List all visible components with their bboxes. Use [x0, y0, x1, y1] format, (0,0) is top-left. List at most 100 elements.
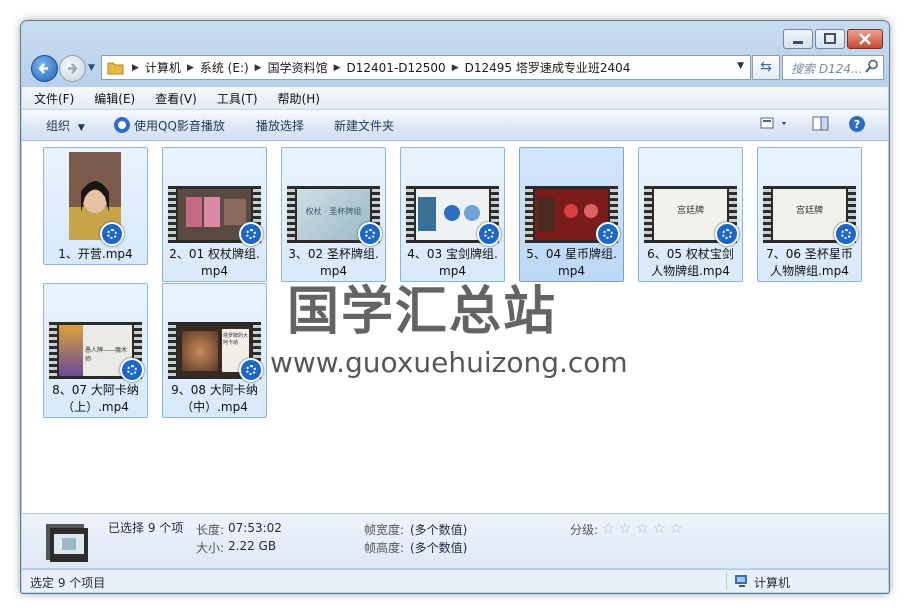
menu-tools[interactable]: 工具(T) — [209, 90, 266, 107]
slide-title: 宫廷牌 — [795, 206, 823, 216]
play-selection-button[interactable]: 播放选择 — [256, 117, 304, 134]
menu-edit[interactable]: 编辑(E) — [86, 90, 143, 107]
arrow-left-icon — [38, 63, 48, 74]
file-name-line1: 3、02 圣杯牌组. — [288, 247, 379, 261]
file-name-line1: 6、05 权杖宝剑 — [647, 247, 734, 261]
refresh-button[interactable]: ⇆ — [752, 55, 780, 80]
size-value: 2.22 GB — [228, 539, 277, 553]
status-text: 选定 9 个项目 — [30, 576, 106, 590]
file-item[interactable]: 宫廷牌 7、06 圣杯星币 人物牌组.mp4 — [757, 147, 862, 282]
minimize-icon — [793, 41, 803, 44]
close-button[interactable] — [847, 29, 883, 49]
file-item[interactable]: 5、04 星币牌组. mp4 — [519, 147, 624, 282]
status-bar: 选定 9 个项目 计算机 — [22, 569, 888, 592]
file-name-line2: （中）.mp4 — [181, 400, 248, 414]
file-name-line2: 人物牌组.mp4 — [651, 264, 730, 278]
qq-video-badge-icon — [715, 222, 739, 246]
breadcrumb-computer[interactable]: 计算机 — [145, 59, 181, 76]
breadcrumb-current[interactable]: D12495 塔罗速成专业班2404 — [465, 59, 631, 76]
file-item[interactable]: 4、03 宝剑牌组. mp4 — [400, 147, 505, 282]
file-item[interactable]: 塔罗牌的大阿卡纳 9、08 大阿卡纳 （中）.mp4 — [162, 283, 267, 418]
qq-player-icon — [114, 117, 130, 133]
breadcrumb-drive[interactable]: 系统 (E:) — [200, 59, 249, 76]
chevron-right-icon[interactable]: ▶ — [126, 63, 145, 73]
length-value: 07:53:02 — [228, 521, 282, 535]
star-icon[interactable]: ☆ — [636, 521, 649, 537]
computer-icon — [735, 575, 747, 587]
watermark-chinese: 国学汇总站 — [287, 282, 558, 342]
file-item[interactable]: 1、开营.mp4 — [43, 147, 148, 265]
frame-height-label: 帧高度: — [364, 541, 405, 555]
file-name-line1: 4、03 宝剑牌组. — [407, 247, 498, 261]
explorer-window: ▼ ▶ 计算机 ▶ 系统 (E:) ▶ 国学资料馆 ▶ D12401-D1250… — [20, 20, 890, 594]
length-label: 长度: — [196, 523, 225, 537]
qq-video-badge-icon — [120, 358, 144, 382]
qq-video-badge-icon — [596, 222, 620, 246]
status-location: 计算机 — [754, 576, 791, 590]
frame-height-value: (多个数值) — [410, 541, 468, 555]
star-icon[interactable]: ☆ — [653, 521, 666, 537]
search-icon[interactable] — [865, 59, 879, 73]
watermark-url: www.guoxuehuizong.com — [270, 346, 628, 379]
organize-button[interactable]: 组织 ▼ — [46, 117, 85, 134]
menu-help[interactable]: 帮助(H) — [270, 90, 328, 107]
maximize-icon — [824, 33, 836, 44]
change-view-button[interactable] — [760, 116, 790, 135]
address-dropdown-icon[interactable]: ▼ — [737, 61, 744, 71]
chevron-right-icon[interactable]: ▶ — [249, 63, 268, 73]
details-pane: 已选择 9 个项 长度: 07:53:02 大小: 2.22 GB 帧宽度: (… — [22, 513, 888, 568]
help-button[interactable]: ? — [848, 115, 866, 136]
file-name-line1: 9、08 大阿卡纳 — [171, 383, 258, 397]
qq-video-badge-icon — [100, 222, 124, 246]
file-name-line1: 5、04 星币牌组. — [526, 247, 617, 261]
breadcrumb-folder-1[interactable]: 国学资料馆 — [268, 59, 328, 76]
file-list[interactable]: 1、开营.mp4 2、01 权杖牌组. mp4 权杖 · 圣杯牌组 3、02 圣… — [22, 141, 888, 513]
star-icon[interactable]: ☆ — [619, 521, 632, 537]
chevron-right-icon[interactable]: ▶ — [446, 63, 465, 73]
qq-video-badge-icon — [477, 222, 501, 246]
file-name-line1: 2、01 权杖牌组. — [169, 247, 260, 261]
status-divider — [726, 572, 727, 590]
play-with-qq-label: 使用QQ影音播放 — [134, 119, 225, 133]
folder-icon — [107, 62, 124, 74]
maximize-button[interactable] — [815, 29, 845, 49]
frame-width-value: (多个数值) — [410, 523, 468, 537]
address-row: ▼ ▶ 计算机 ▶ 系统 (E:) ▶ 国学资料馆 ▶ D12401-D1250… — [27, 53, 884, 83]
file-name-line1: 7、06 圣杯星币 — [766, 247, 853, 261]
organize-label: 组织 — [46, 119, 71, 133]
history-dropdown-icon[interactable]: ▼ — [88, 63, 95, 73]
chevron-down-icon: ▼ — [77, 123, 85, 133]
qq-video-badge-icon — [239, 358, 263, 382]
star-icon[interactable]: ☆ — [670, 521, 683, 537]
new-folder-button[interactable]: 新建文件夹 — [334, 117, 394, 134]
frame-width-label: 帧宽度: — [364, 523, 405, 537]
command-bar: 组织 ▼ 使用QQ影音播放 播放选择 新建文件夹 ? — [22, 110, 888, 141]
chevron-right-icon[interactable]: ▶ — [328, 63, 347, 73]
play-with-qq-button[interactable]: 使用QQ影音播放 — [114, 117, 225, 134]
breadcrumb-folder-2[interactable]: D12401-D12500 — [347, 61, 446, 75]
file-item[interactable]: 2、01 权杖牌组. mp4 — [162, 147, 267, 282]
file-item[interactable]: 愚人牌——魔术师 8、07 大阿卡纳 （上）.mp4 — [43, 283, 148, 418]
forward-button[interactable] — [59, 55, 86, 82]
search-placeholder: 搜索 D124... — [791, 62, 863, 76]
minimize-button[interactable] — [783, 29, 813, 49]
refresh-icon: ⇆ — [760, 59, 772, 75]
view-options-icon — [760, 117, 786, 129]
menu-view[interactable]: 查看(V) — [147, 90, 205, 107]
size-label: 大小: — [196, 541, 225, 555]
file-name-line2: （上）.mp4 — [62, 400, 129, 414]
search-input[interactable]: 搜索 D124... — [782, 55, 884, 80]
slide-title: 宫廷牌 — [676, 206, 704, 216]
preview-pane-button[interactable] — [812, 116, 830, 135]
slide-title: 权杖 · 圣杯牌组 — [305, 207, 362, 216]
back-button[interactable] — [31, 55, 58, 82]
file-name-line2: 人物牌组.mp4 — [770, 264, 849, 278]
file-name-line1: 8、07 大阿卡纳 — [52, 383, 139, 397]
file-item[interactable]: 宫廷牌 6、05 权杖宝剑 人物牌组.mp4 — [638, 147, 743, 282]
star-icon[interactable]: ☆ — [602, 521, 615, 537]
menu-file[interactable]: 文件(F) — [26, 90, 82, 107]
chevron-right-icon[interactable]: ▶ — [181, 63, 200, 73]
address-bar[interactable]: ▶ 计算机 ▶ 系统 (E:) ▶ 国学资料馆 ▶ D12401-D12500 … — [101, 55, 751, 80]
qq-video-badge-icon — [239, 222, 263, 246]
file-item[interactable]: 权杖 · 圣杯牌组 3、02 圣杯牌组. mp4 — [281, 147, 386, 282]
